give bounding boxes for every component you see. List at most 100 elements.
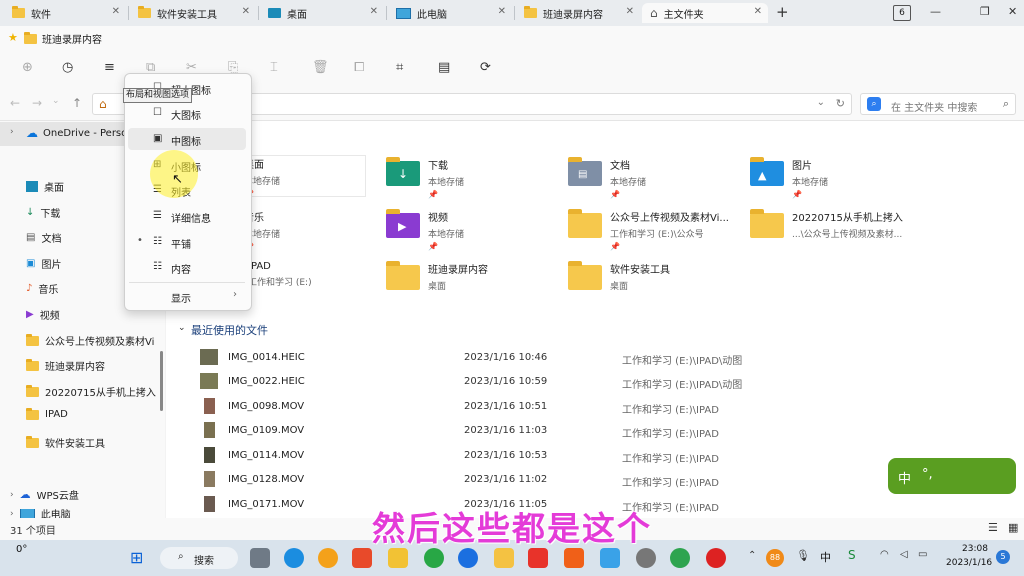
tray-badge[interactable]: 88 — [766, 549, 784, 567]
menu-item-tiles[interactable]: • ☷ 平铺 — [125, 231, 249, 253]
record-icon[interactable] — [706, 548, 726, 568]
sidebar-item-documents[interactable]: ▤ 文档 — [26, 230, 61, 245]
sogou-icon[interactable]: S — [848, 548, 856, 562]
quick-tile-documents[interactable]: ▤ 文档 本地存储 📌 — [568, 157, 646, 199]
browser-icon[interactable] — [424, 548, 444, 568]
sidebar-item-onedrive[interactable]: › ☁ OneDrive - Personal — [0, 122, 143, 146]
quick-tile-install-tools[interactable]: 软件安装工具 桌面 — [568, 261, 670, 292]
battery-icon[interactable]: ▭ — [918, 549, 927, 560]
search-input[interactable]: ⌕ 在 主文件夹 中搜索 ⌕ — [860, 93, 1016, 115]
taskbar-search[interactable]: ⌕ 搜索 — [160, 547, 238, 569]
tab-this-pc[interactable]: 此电脑 ✕ — [388, 3, 512, 23]
close-icon[interactable]: ✕ — [370, 6, 378, 17]
tab-install-tools[interactable]: 软件安装工具 ✕ — [130, 3, 256, 23]
share-icon[interactable]: ⧠ — [354, 60, 364, 75]
quick-tile-ipad[interactable]: IPAD 工作和学习 (E:) — [248, 261, 312, 288]
back-icon[interactable]: ← — [10, 96, 20, 110]
collapse-icon[interactable]: ⌄ — [178, 323, 186, 333]
green-app-icon[interactable] — [670, 548, 690, 568]
quick-tile-pictures[interactable]: ▲ 图片 本地存储 📌 — [750, 157, 828, 199]
explorer-active-icon[interactable] — [600, 548, 620, 568]
quick-tile-videos[interactable]: ▶ 视频 本地存储 📌 — [386, 209, 464, 251]
recent-files-heading[interactable]: 最近使用的文件 — [191, 322, 268, 338]
wechat-icon[interactable] — [636, 548, 656, 568]
clock-date[interactable]: 2023/1/16 — [946, 558, 992, 568]
sidebar-item-phone-copy[interactable]: 20220715从手机上拷入 — [26, 384, 156, 399]
sidebar-item-wps[interactable]: › ☁ WPS云盘 — [10, 487, 79, 502]
frame-icon[interactable]: ▤ — [438, 60, 450, 75]
tray-chevron-icon[interactable]: ⌃ — [748, 550, 756, 561]
breadcrumb[interactable]: 班迪录屏内容 — [42, 31, 102, 46]
sidebar-item-music[interactable]: ♪ 音乐 — [26, 281, 58, 296]
close-icon[interactable]: ✕ — [626, 6, 634, 17]
close-icon[interactable]: ✕ — [498, 6, 506, 17]
chevron-down-icon[interactable]: ⌄ — [52, 96, 60, 106]
sidebar-item-bandicam[interactable]: 班迪录屏内容 — [26, 358, 105, 373]
tab-count-badge[interactable]: 6 — [893, 5, 911, 21]
table-row[interactable]: IMG_0098.MOV 2023/1/16 10:51 工作和学习 (E:)\IP… — [200, 397, 760, 417]
quick-tile-downloads[interactable]: ↓ 下载 本地存储 📌 — [386, 157, 464, 199]
notification-badge[interactable]: 5 — [996, 550, 1010, 564]
rotate-icon[interactable]: ⟳ — [480, 60, 491, 75]
ime-punct[interactable]: °, — [922, 467, 933, 482]
history-icon[interactable]: ◷ — [62, 60, 73, 75]
sidebar-item-desktop[interactable]: 桌面 — [26, 179, 64, 194]
close-icon[interactable]: ✕ — [242, 6, 250, 17]
table-row[interactable]: IMG_0022.HEIC 2023/1/16 10:59 工作和学习 (E:)\I… — [200, 372, 760, 392]
wps-icon[interactable] — [528, 548, 548, 568]
menu-item-show[interactable]: 显示 › — [125, 285, 249, 307]
clock-time[interactable]: 23:08 — [962, 544, 988, 554]
chevron-right-icon[interactable]: › — [10, 127, 14, 137]
table-row[interactable]: IMG_0114.MOV 2023/1/16 10:53 工作和学习 (E:)\IP… — [200, 446, 760, 466]
notes-icon[interactable] — [494, 548, 514, 568]
sidebar-item-downloads[interactable]: ↓ 下载 — [26, 205, 60, 220]
tiles-view-icon[interactable]: ▦ — [1008, 521, 1018, 534]
delete-icon[interactable]: 🗑 — [312, 60, 329, 75]
ime-lang[interactable]: 中 — [898, 468, 911, 487]
chevron-right-icon[interactable]: › — [10, 490, 14, 500]
new-icon[interactable]: ⊕ — [22, 60, 33, 75]
weather-temp[interactable]: 0° — [16, 544, 27, 555]
sidebar-item-this-pc[interactable]: › 此电脑 — [10, 509, 71, 518]
chevron-right-icon[interactable]: › — [10, 509, 14, 518]
up-icon[interactable]: ↑ — [72, 96, 82, 110]
tab-bandicam[interactable]: 班迪录屏内容 ✕ — [516, 3, 640, 23]
task-view-icon[interactable] — [250, 548, 270, 568]
widgets-icon[interactable] — [284, 548, 304, 568]
quick-tile-bandicam[interactable]: 班迪录屏内容 桌面 — [386, 261, 488, 292]
sidebar-item-install-tools[interactable]: 软件安装工具 — [26, 435, 105, 450]
sidebar-item-videos[interactable]: ▶ 视频 — [26, 307, 60, 322]
magnifier-icon[interactable]: ⌕ — [1003, 97, 1009, 111]
tab-desktop[interactable]: 桌面 ✕ — [260, 3, 384, 23]
sidebar-scrollbar[interactable] — [160, 351, 163, 411]
quick-tile-desktop[interactable]: 桌面本地存储📌 — [238, 155, 366, 198]
store-icon[interactable] — [352, 548, 372, 568]
refresh-icon[interactable]: ↻ — [836, 97, 845, 110]
quick-tile-phone-copy[interactable]: 20220715从手机上拷入 ...\公众号上传视频及素材... — [750, 209, 903, 240]
dropdown-icon[interactable]: ⌄ — [817, 97, 825, 108]
sidebar-item-wechat-videos[interactable]: 公众号上传视频及素材Vi — [26, 333, 154, 348]
table-row[interactable]: IMG_0014.HEIC 2023/1/16 10:46 工作和学习 (E:)\I… — [200, 348, 760, 368]
menu-item-details[interactable]: ☰ 详细信息 — [125, 205, 249, 227]
close-icon[interactable]: ✕ — [754, 6, 762, 17]
start-icon[interactable]: ⊞ — [130, 548, 143, 567]
ime-floating-bar[interactable]: 中 °, — [888, 458, 1016, 494]
ime-indicator[interactable]: 中 — [820, 549, 831, 565]
menu-item-large[interactable]: ☐ 大图标 — [125, 102, 249, 124]
volume-icon[interactable]: ◁ — [900, 549, 908, 560]
restore-icon[interactable]: ❐ — [980, 5, 990, 18]
new-tab-button[interactable]: + — [776, 3, 789, 21]
rename-icon[interactable]: ⌶ — [270, 60, 278, 75]
search-app-icon[interactable] — [318, 548, 338, 568]
forward-icon[interactable]: → — [32, 96, 42, 110]
menu-item-content[interactable]: ☷ 内容 — [125, 256, 249, 278]
tab-home[interactable]: ⌂ 主文件夹 ✕ — [642, 3, 768, 23]
tab-software[interactable]: 软件 ✕ — [4, 3, 126, 23]
close-icon[interactable]: ✕ — [112, 6, 120, 17]
sidebar-item-ipad[interactable]: IPAD — [26, 407, 68, 420]
table-row[interactable]: IMG_0128.MOV 2023/1/16 11:02 工作和学习 (E:)\IP… — [200, 470, 760, 490]
close-window-icon[interactable]: ✕ — [1008, 5, 1017, 18]
minimize-icon[interactable]: — — [930, 5, 941, 18]
view-menu-icon[interactable]: ≡ — [104, 60, 115, 75]
file-explorer-icon[interactable] — [388, 548, 408, 568]
